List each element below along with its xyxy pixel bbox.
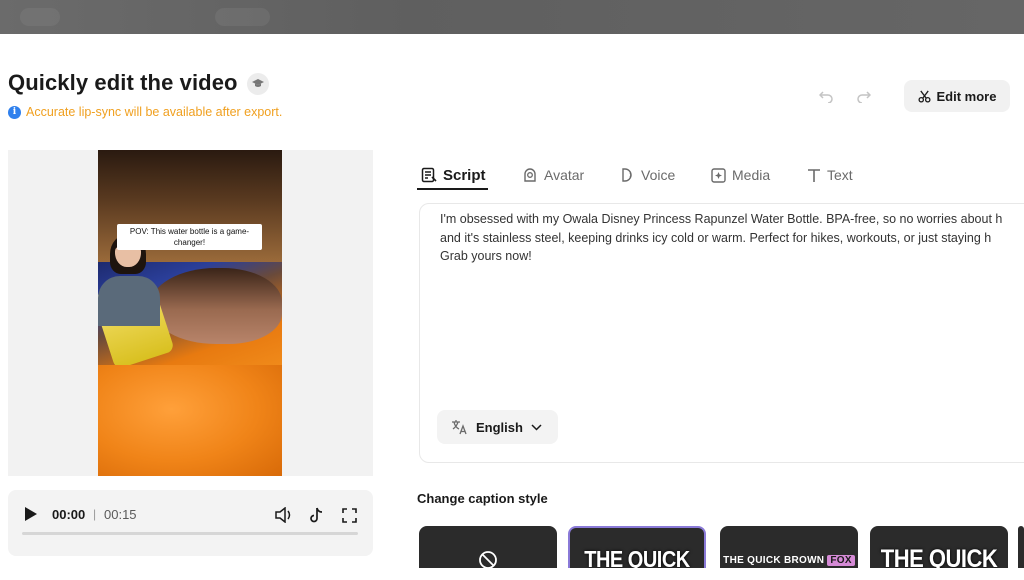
redo-icon[interactable] (854, 86, 874, 106)
caption-style-card[interactable]: THE QUICK (568, 526, 706, 572)
tab-label: Avatar (544, 167, 585, 183)
caption-preview-words: THE QUICK BROWN (723, 555, 825, 566)
video-caption-overlay: POV: This water bottle is a game-changer… (117, 224, 262, 250)
tab-voice[interactable]: Voice (619, 160, 675, 190)
undo-icon[interactable] (816, 86, 836, 106)
volume-icon[interactable] (274, 505, 294, 525)
tab-avatar[interactable]: Avatar (522, 160, 584, 190)
lip-sync-notice: i Accurate lip-sync will be available af… (8, 105, 282, 119)
face-closeup (150, 268, 282, 344)
caption-highlight-word: FOX (827, 555, 855, 566)
voice-icon (622, 168, 632, 182)
page-title: Quickly edit the video (8, 70, 238, 95)
edit-more-button[interactable]: Edit more (904, 80, 1010, 112)
playback-progress-bar[interactable] (22, 532, 358, 535)
tab-label: Text (827, 167, 853, 183)
language-label: English (476, 419, 523, 435)
avatar-icon (524, 168, 536, 182)
notice-text: Accurate lip-sync will be available afte… (26, 105, 283, 119)
scissors-icon (917, 90, 931, 103)
video-segment-bottom (98, 365, 282, 476)
caption-preview-text: THE QUICK BROWN FOX (723, 555, 855, 566)
info-icon: i (8, 105, 21, 119)
tab-text[interactable]: Text (807, 160, 853, 190)
caption-style-none[interactable] (419, 526, 557, 572)
text-icon (808, 168, 820, 182)
active-tab-indicator (417, 188, 488, 190)
play-icon[interactable] (24, 506, 38, 522)
chevron-down-icon (531, 423, 542, 431)
caption-style-heading: Change caption style (417, 491, 548, 506)
tab-label: Media (732, 167, 771, 183)
caption-style-card-partial[interactable] (1018, 526, 1024, 572)
time-separator: | (93, 507, 97, 521)
edit-more-label: Edit more (936, 88, 997, 104)
no-caption-icon (479, 551, 497, 569)
translate-icon (452, 420, 467, 435)
top-bar-blur (215, 8, 270, 26)
graduation-cap-icon[interactable] (247, 73, 269, 95)
top-bar-blur (20, 8, 60, 26)
script-textarea[interactable]: I'm obsessed with my Owala Disney Prince… (440, 210, 1024, 266)
caption-style-card[interactable]: THE QUICK (870, 526, 1008, 572)
browser-top-bar (0, 0, 1024, 34)
script-line: Grab yours now! (440, 249, 532, 263)
script-line: I'm obsessed with my Owala Disney Prince… (440, 212, 1003, 226)
script-icon (421, 167, 437, 183)
current-time: 00:00 (52, 507, 86, 522)
tiktok-icon[interactable] (306, 505, 326, 525)
caption-style-card[interactable]: THE QUICK BROWN FOX (720, 526, 858, 572)
media-icon (711, 167, 726, 183)
tab-label: Voice (641, 167, 676, 183)
tab-media[interactable]: Media (711, 160, 770, 190)
tab-label: Script (443, 166, 486, 184)
avatar-body (98, 276, 160, 326)
total-time: 00:15 (104, 507, 137, 522)
script-line: and it's stainless steel, keeping drinks… (440, 230, 992, 245)
tab-script[interactable]: Script (421, 160, 486, 190)
bottom-edge (0, 568, 1024, 580)
language-select[interactable]: English (437, 410, 558, 444)
fullscreen-icon[interactable] (339, 505, 359, 525)
